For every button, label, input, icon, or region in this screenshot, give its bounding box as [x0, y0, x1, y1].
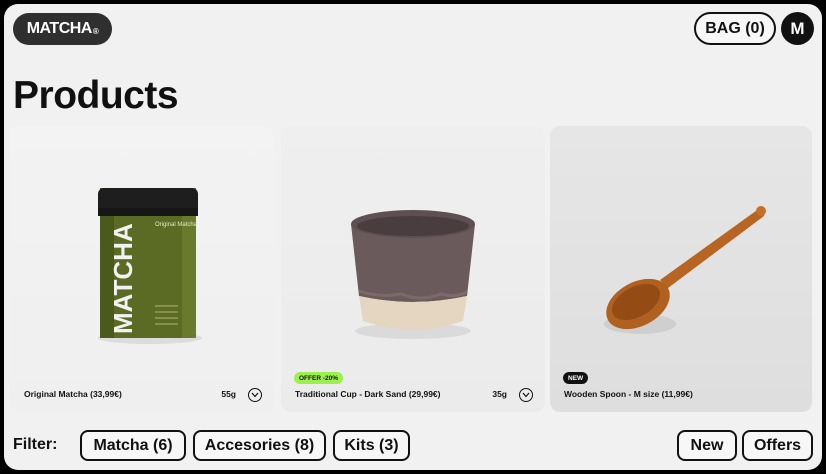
product-name: Traditional Cup - Dark Sand (29,99€) — [295, 389, 441, 399]
bag-button[interactable]: BAG (0) — [694, 12, 776, 45]
avatar[interactable]: M — [781, 12, 814, 45]
filter-offers[interactable]: Offers — [742, 430, 813, 461]
filter-kits[interactable]: Kits (3) — [333, 430, 410, 461]
wooden-spoon-image — [604, 206, 766, 334]
filter-label: Filter: — [13, 436, 58, 453]
filter-accesories[interactable]: Accesories (8) — [193, 430, 326, 461]
chevron-down-icon[interactable] — [519, 388, 533, 402]
product-weight: 55g — [221, 389, 236, 399]
filter-matcha[interactable]: Matcha (6) — [80, 430, 186, 461]
product-weight: 35g — [492, 389, 507, 399]
brand-logo[interactable]: MATCHA ® — [13, 13, 112, 45]
logo-text: MATCHA — [26, 20, 93, 37]
offer-badge: OFFER -20% — [294, 372, 344, 384]
filter-new[interactable]: New — [677, 430, 737, 461]
chevron-down-icon[interactable] — [248, 388, 262, 402]
product-name: Wooden Spoon - M size (11,99€) — [564, 389, 693, 399]
tin-brand-text: MATCHA — [108, 223, 138, 334]
tin-caption-text: Original Matcha — [155, 222, 198, 228]
product-card-traditional-cup[interactable]: OFFER -20% Traditional Cup - Dark Sand (… — [281, 126, 545, 412]
page-title: Products — [13, 74, 179, 117]
registered-mark: ® — [92, 26, 99, 36]
new-badge: NEW — [563, 372, 589, 384]
matcha-tin-image: MATCHA Original Matcha — [98, 188, 202, 344]
app-frame: MATCHA ® BAG (0) M Products MATCHA Origin… — [4, 4, 822, 470]
product-card-wooden-spoon[interactable]: NEW Wooden Spoon - M size (11,99€) — [550, 126, 812, 412]
product-name: Original Matcha (33,99€) — [24, 389, 122, 399]
ceramic-cup-image — [351, 210, 475, 339]
product-card-original-matcha[interactable]: MATCHA Original Matcha Original Matcha (… — [10, 126, 274, 412]
